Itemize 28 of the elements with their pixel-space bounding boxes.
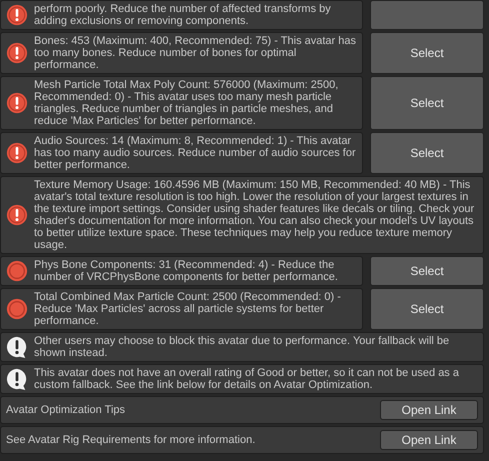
alert-circle-icon [6,298,28,320]
link-label: See Avatar Rig Requirements for more information. [6,434,256,446]
speech-bubble-icon [6,336,28,358]
open-link-button[interactable]: Open Link [380,430,478,450]
alert-circle-icon [6,260,28,282]
select-button[interactable]: Select [370,32,484,74]
error-icon [6,142,28,164]
select-button[interactable]: Select [370,132,484,174]
select-button[interactable]: Select [370,256,484,286]
message-text: perform poorly. Reduce the number of affected transforms by adding exclusions or removing components. [34,3,331,27]
open-link-button[interactable]: Open Link [380,400,478,420]
select-button[interactable] [370,0,484,30]
message-text: Texture Memory Usage: 160.4596 MB (Maximum: 150 MB, Recommended: 40 MB) - This avatar's total texture resolution is too high. Lower the resolution of your largest textures in the texture import settings. Consider using shader features like decals or tiling. Check your shader's documentation for more information. You can also check your model's UV layouts to better utilize texture space. These techniques may help you reduce texture memory usage. [34,179,476,251]
select-button[interactable]: Select [370,76,484,130]
message-text: Phys Bone Components: 31 (Recommended: 4) - Reduce the number of VRCPhysBone components for better performance. [34,259,339,283]
error-icon [6,4,28,26]
error-icon [6,92,28,114]
error-icon [6,204,28,226]
select-button[interactable]: Select [370,288,484,330]
message-text: Mesh Particle Total Max Poly Count: 576000 (Maximum: 2500, Recommended: 0) - This avatar uses too many mesh particle triangles. Reduce number of triangles in particle meshes, and reduce 'Max Particles' for better performance. [34,79,340,127]
message-text: Other users may choose to block this avatar due to performance. Your fallback will be shown instead. [34,335,450,359]
error-icon [6,42,28,64]
message-text: Audio Sources: 14 (Maximum: 8, Recommended: 1) - This avatar has too many audio sources. Reduce number of audio sources for better performance. [34,135,357,171]
message-text: Total Combined Max Particle Count: 2500 (Recommended: 0) - Reduce 'Max Particles' across all particle systems for better performance. [34,291,342,327]
speech-bubble-icon [6,368,28,390]
message-text: This avatar does not have an overall rating of Good or better, so it can not be used as a custom fallback. See the link below for details on Avatar Optimization. [34,367,460,391]
link-label: Avatar Optimization Tips [6,404,126,416]
message-text: Bones: 453 (Maximum: 400, Recommended: 75) - This avatar has too many bones. Reduce number of bones for optimal performance. [34,35,358,71]
